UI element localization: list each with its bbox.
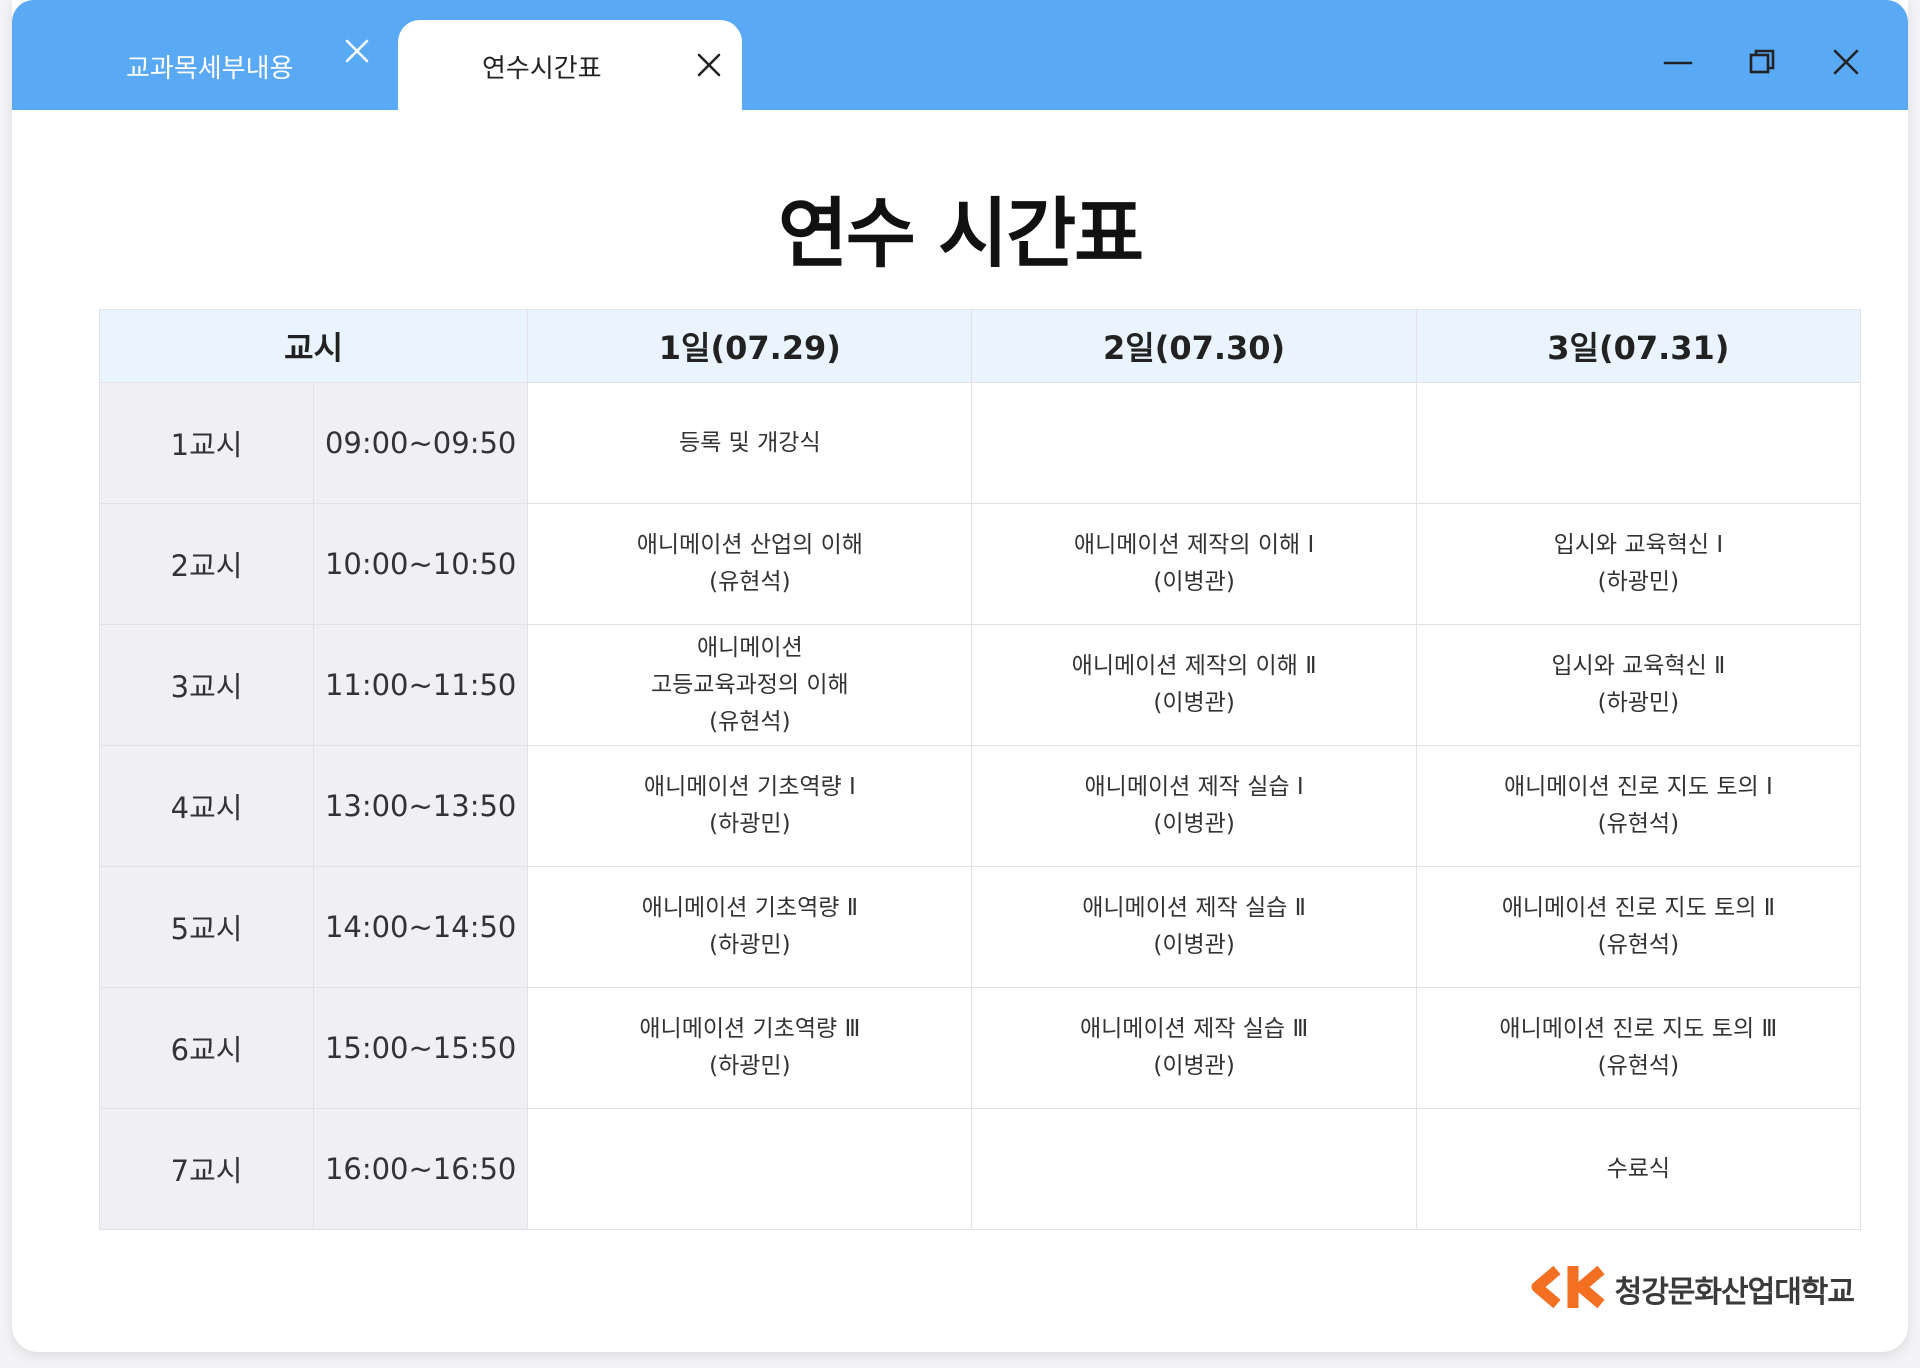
time-cell: 10:00~10:50 xyxy=(313,503,529,625)
session-text: (이병관) xyxy=(1153,932,1235,958)
session-cell-day3: 애니메이션 진로 지도 토의 Ⅱ (유현석) xyxy=(1415,866,1862,988)
session-cell-day2: 애니메이션 제작의 이해 Ⅱ (이병관) xyxy=(971,624,1417,746)
session-cell-day2: 애니메이션 제작 실습 Ⅱ (이병관) xyxy=(971,866,1417,988)
tab-course-details[interactable]: 교과목세부내용 xyxy=(12,20,398,112)
session-cell-day2: 애니메이션 제작 실습 Ⅲ (이병관) xyxy=(971,987,1417,1109)
university-name: 청강문화산업대학교 xyxy=(1614,1275,1855,1310)
session-text: 입시와 교육혁신 Ⅰ xyxy=(1553,532,1724,558)
session-text: (유현석) xyxy=(1597,932,1680,958)
session-cell-day1: 애니메이션고등교육과정의 이해 (유현석) xyxy=(527,624,973,746)
session-cell-day1: 애니메이션 산업의 이해 (유현석) xyxy=(527,503,973,625)
session-text: (유현석) xyxy=(709,708,791,735)
page-title: 연수 시간표 xyxy=(777,189,1144,278)
session-text: (하광민) xyxy=(709,1053,791,1079)
session-cell-day3: 입시와 교육혁신 Ⅰ (하광민) xyxy=(1415,503,1862,625)
restore-icon[interactable] xyxy=(1744,44,1780,80)
column-header-day3: 3일(07.31) xyxy=(1415,309,1862,383)
time-cell: 09:00~09:50 xyxy=(313,382,529,504)
time-cell: 14:00~14:50 xyxy=(313,866,529,988)
period-cell: 2교시 xyxy=(98,503,315,625)
period-cell: 1교시 xyxy=(98,382,315,504)
tab-training-timetable[interactable]: 연수시간표 xyxy=(398,20,742,112)
session-text: 애니메이션 기초역량 Ⅲ xyxy=(639,1016,861,1042)
table-row: 1교시 09:00~09:50 등록 및 개강식 xyxy=(98,382,1862,504)
session-cell-day3: 수료식 xyxy=(1415,1108,1862,1230)
close-icon[interactable] xyxy=(340,34,374,68)
session-text: 애니메이션 제작 실습 Ⅱ xyxy=(1082,895,1306,921)
time-cell: 16:00~16:50 xyxy=(313,1108,529,1230)
session-text: (이병관) xyxy=(1153,690,1235,716)
session-text: 애니메이션 제작 실습 Ⅲ xyxy=(1079,1016,1309,1042)
session-cell-day2: 애니메이션 제작의 이해 Ⅰ (이병관) xyxy=(971,503,1417,625)
session-text: (하광민) xyxy=(1597,690,1680,716)
column-header-day2: 2일(07.30) xyxy=(971,309,1417,383)
session-text: (하광민) xyxy=(709,811,791,837)
session-cell-day1: 애니메이션 기초역량 Ⅲ (하광민) xyxy=(527,987,973,1109)
session-text: 애니메이션 진로 지도 토의 Ⅱ xyxy=(1501,895,1776,921)
period-cell: 7교시 xyxy=(98,1108,315,1230)
timetable: 교시 1일(07.29) 2일(07.30) 3일(07.31) 1교시 09:0… xyxy=(98,309,1862,1230)
time-cell: 13:00~13:50 xyxy=(313,745,529,867)
period-cell: 5교시 xyxy=(98,866,315,988)
tab-label: 연수시간표 xyxy=(482,53,602,84)
column-header-period: 교시 xyxy=(98,309,529,383)
column-header-day1: 1일(07.29) xyxy=(527,309,973,383)
table-header-row: 교시 1일(07.29) 2일(07.30) 3일(07.31) xyxy=(98,309,1862,383)
session-cell-day1 xyxy=(527,1108,973,1230)
session-text: 애니메이션 진로 지도 토의 Ⅰ xyxy=(1503,774,1773,800)
table-row: 5교시 14:00~14:50 애니메이션 기초역량 Ⅱ (하광민) 애니메이션 제작 … xyxy=(98,866,1862,988)
time-cell: 11:00~11:50 xyxy=(313,624,529,746)
session-text: (이병관) xyxy=(1153,569,1235,595)
session-cell-day2 xyxy=(971,1108,1417,1230)
session-cell-day3: 입시와 교육혁신 Ⅱ (하광민) xyxy=(1415,624,1862,746)
session-text: 애니메이션 기초역량 Ⅱ xyxy=(641,895,859,921)
session-text: 입시와 교육혁신 Ⅱ xyxy=(1551,653,1726,679)
title-bar: 교과목세부내용 연수시간표 xyxy=(12,0,1908,112)
table-row: 7교시 16:00~16:50 수료식 xyxy=(98,1108,1862,1230)
session-text: 애니메이션 제작 실습 Ⅰ xyxy=(1084,774,1304,800)
university-logo: 청강문화산업대학교 xyxy=(1527,1262,1855,1316)
period-cell: 3교시 xyxy=(98,624,315,746)
session-cell-day1: 등록 및 개강식 xyxy=(527,382,973,504)
session-text: (유현석) xyxy=(709,569,791,595)
time-cell: 15:00~15:50 xyxy=(313,987,529,1109)
close-icon[interactable] xyxy=(692,48,726,82)
close-icon[interactable] xyxy=(1828,44,1864,80)
session-cell-day3 xyxy=(1415,382,1862,504)
session-text: (하광민) xyxy=(1597,569,1680,595)
table-row: 6교시 15:00~15:50 애니메이션 기초역량 Ⅲ (하광민) 애니메이션 제작 … xyxy=(98,987,1862,1109)
table-row: 4교시 13:00~13:50 애니메이션 기초역량 Ⅰ (하광민) 애니메이션 제작 … xyxy=(98,745,1862,867)
session-text: (유현석) xyxy=(1597,1053,1680,1079)
session-text: 애니메이션 제작의 이해 Ⅱ xyxy=(1071,653,1317,679)
session-text: 애니메이션 기초역량 Ⅰ xyxy=(643,774,856,800)
app-window: 교과목세부내용 연수시간표 연수 시간표 교시 1일(07.29) 2일(07.… xyxy=(12,0,1908,1352)
session-text: 애니메이션 xyxy=(696,634,803,661)
session-text: (유현석) xyxy=(1597,811,1680,837)
session-cell-day1: 애니메이션 기초역량 Ⅱ (하광민) xyxy=(527,866,973,988)
session-cell-day3: 애니메이션 진로 지도 토의 Ⅰ (유현석) xyxy=(1415,745,1862,867)
session-text: (이병관) xyxy=(1153,1053,1235,1079)
session-text: 등록 및 개강식 xyxy=(679,429,821,456)
table-row: 3교시 11:00~11:50 애니메이션 고등교육과정의 이해 (유현석) 애니메이션 … xyxy=(98,624,1862,746)
session-text: 수료식 xyxy=(1606,1155,1671,1182)
session-text: 애니메이션 산업의 이해 xyxy=(636,532,863,558)
session-text: 고등교육과정의 이해 xyxy=(650,671,849,698)
table-row: 2교시 10:00~10:50 애니메이션 산업의 이해 (유현석) 애니메이션 제작의… xyxy=(98,503,1862,625)
session-text: (이병관) xyxy=(1153,811,1235,837)
logo-mark-icon xyxy=(1527,1262,1607,1316)
period-cell: 4교시 xyxy=(98,745,315,867)
session-text: (하광민) xyxy=(709,932,791,958)
session-cell-day2 xyxy=(971,382,1417,504)
tab-label: 교과목세부내용 xyxy=(126,53,294,84)
session-text: 애니메이션 제작의 이해 Ⅰ xyxy=(1073,532,1315,558)
session-cell-day3: 애니메이션 진로 지도 토의 Ⅲ (유현석) xyxy=(1415,987,1862,1109)
minimize-icon[interactable] xyxy=(1660,44,1696,80)
session-text: 애니메이션 진로 지도 토의 Ⅲ xyxy=(1499,1016,1778,1042)
period-cell: 6교시 xyxy=(98,987,315,1109)
session-cell-day1: 애니메이션 기초역량 Ⅰ (하광민) xyxy=(527,745,973,867)
session-cell-day2: 애니메이션 제작 실습 Ⅰ (이병관) xyxy=(971,745,1417,867)
